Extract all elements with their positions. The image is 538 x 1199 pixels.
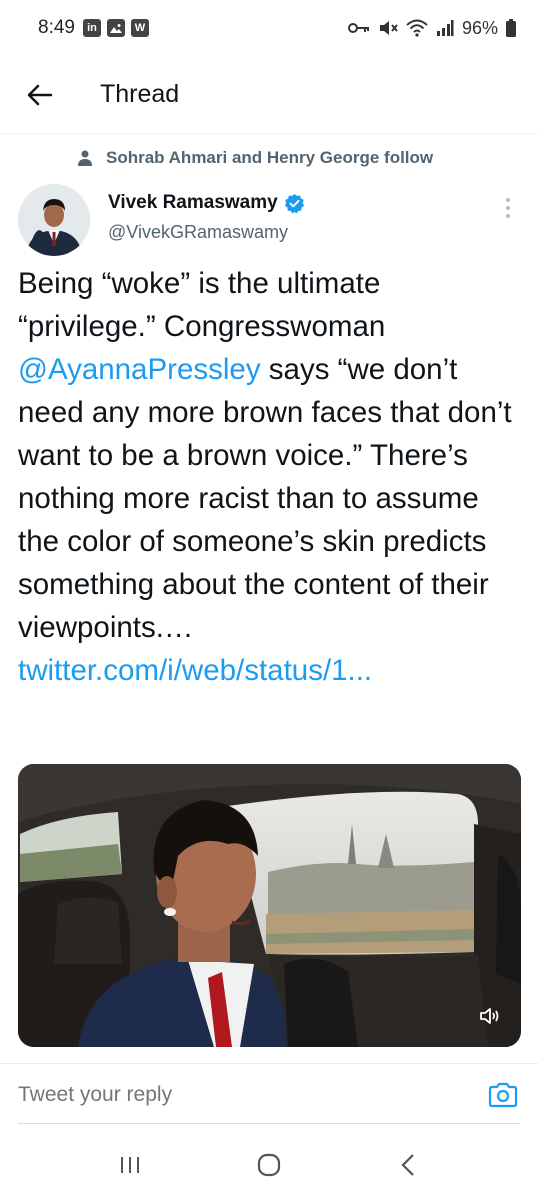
mention-link[interactable]: @AyannaPressley (18, 353, 261, 386)
battery-level: 96% (461, 17, 498, 38)
status-right: 96% (347, 17, 516, 39)
video-thumbnail (18, 764, 521, 1047)
status-time: 8:49 (38, 17, 75, 38)
top-app-bar: Thread (0, 56, 538, 134)
camera-button[interactable] (486, 1078, 520, 1112)
key-icon (347, 23, 369, 33)
volume-icon (480, 1008, 499, 1024)
tweet-author: Vivek Ramaswamy @VivekGRamaswamy (18, 184, 520, 260)
home-button[interactable] (239, 1140, 299, 1190)
more-options-button[interactable] (496, 184, 520, 260)
mute-icon (379, 21, 398, 35)
reply-input[interactable] (18, 1083, 438, 1107)
chevron-left-icon (401, 1153, 415, 1176)
tweet-video[interactable] (18, 764, 521, 1047)
signal-icon (436, 20, 454, 36)
status-bar: 8:49 in W 96% (0, 0, 538, 56)
reply-bar (0, 1064, 538, 1126)
wifi-icon (406, 19, 428, 37)
notification-icons: in W (82, 19, 149, 37)
tweet-url-link[interactable]: twitter.com/i/web/status/1... (18, 654, 372, 687)
linkedin-icon: in (82, 19, 101, 37)
system-nav-bar (0, 1130, 538, 1199)
tweet-text: Being “woke” is the ultimate “privilege.… (18, 262, 524, 692)
page-title: Thread (100, 80, 180, 108)
gallery-icon (106, 19, 125, 37)
author-name[interactable]: Vivek Ramaswamy (108, 192, 278, 214)
author-name-row: Vivek Ramaswamy (108, 192, 305, 214)
more-vertical-icon (506, 198, 510, 202)
battery-icon (506, 19, 516, 37)
recent-apps-button[interactable] (100, 1140, 160, 1190)
avatar[interactable] (18, 184, 90, 256)
author-handle[interactable]: @VivekGRamaswamy (108, 222, 305, 243)
person-icon (78, 150, 92, 166)
recent-apps-icon (120, 1156, 139, 1173)
system-back-button[interactable] (378, 1140, 438, 1190)
author-info: Vivek Ramaswamy @VivekGRamaswamy (108, 184, 305, 260)
verified-badge-icon (284, 193, 304, 214)
social-context-label: Sohrab Ahmari and Henry George follow (106, 148, 434, 167)
arrow-left-icon (27, 84, 53, 105)
social-context[interactable]: Sohrab Ahmari and Henry George follow (78, 148, 433, 168)
tweet-text-part2: says “we don’t need any more brown faces… (18, 353, 512, 644)
volume-button[interactable] (475, 1001, 505, 1031)
camera-icon (488, 1082, 518, 1108)
word-icon: W (130, 19, 149, 37)
tweet-text-part1: Being “woke” is the ultimate “privilege.… (18, 267, 386, 343)
back-button[interactable] (0, 56, 80, 134)
reply-underline (18, 1123, 520, 1124)
home-icon (257, 1153, 281, 1176)
